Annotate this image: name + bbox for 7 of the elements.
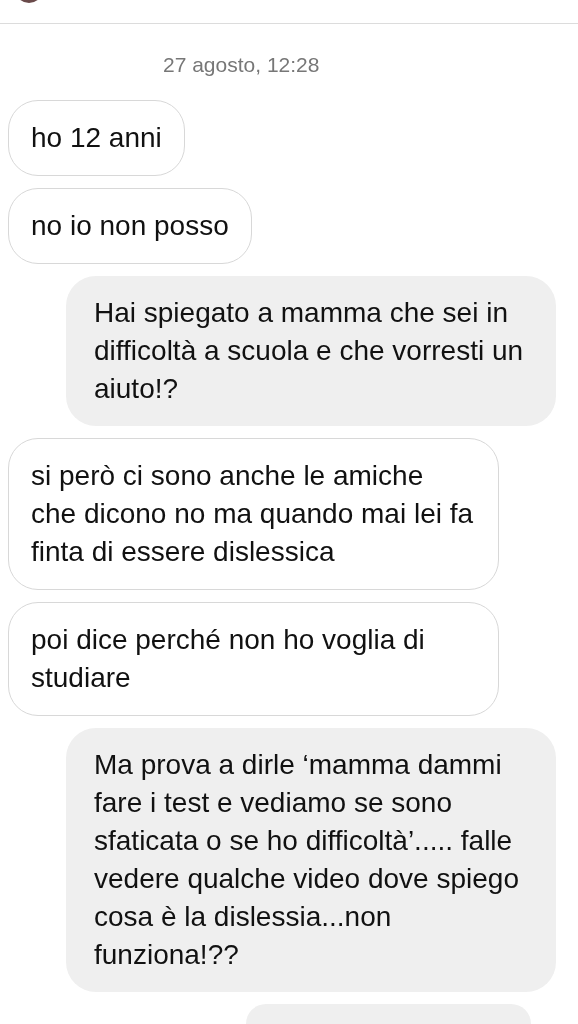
message-bubble: Ma prova a dirle ‘mamma dammi fare i test e vediamo se sono sfaticata o se ho difficoltà’..... falle vedere qualche video dove spiego cosa è la dislessia...non funziona!??: [66, 728, 556, 992]
message-bubble: ho 12 anni: [8, 100, 185, 176]
message-bubble: Hai spiegato a mamma che sei in difficoltà a scuola e che vorresti un aiuto!?: [66, 276, 556, 426]
message-timestamp: 27 agosto, 12:28: [163, 52, 321, 78]
message-bubble: poi dice perché non ho voglia di studiare: [8, 602, 499, 716]
message-bubble: si però ci sono anche le amiche che dicono no ma quando mai lei fa finta di essere dislessica: [8, 438, 499, 590]
message-bubble: no io non posso: [8, 188, 252, 264]
